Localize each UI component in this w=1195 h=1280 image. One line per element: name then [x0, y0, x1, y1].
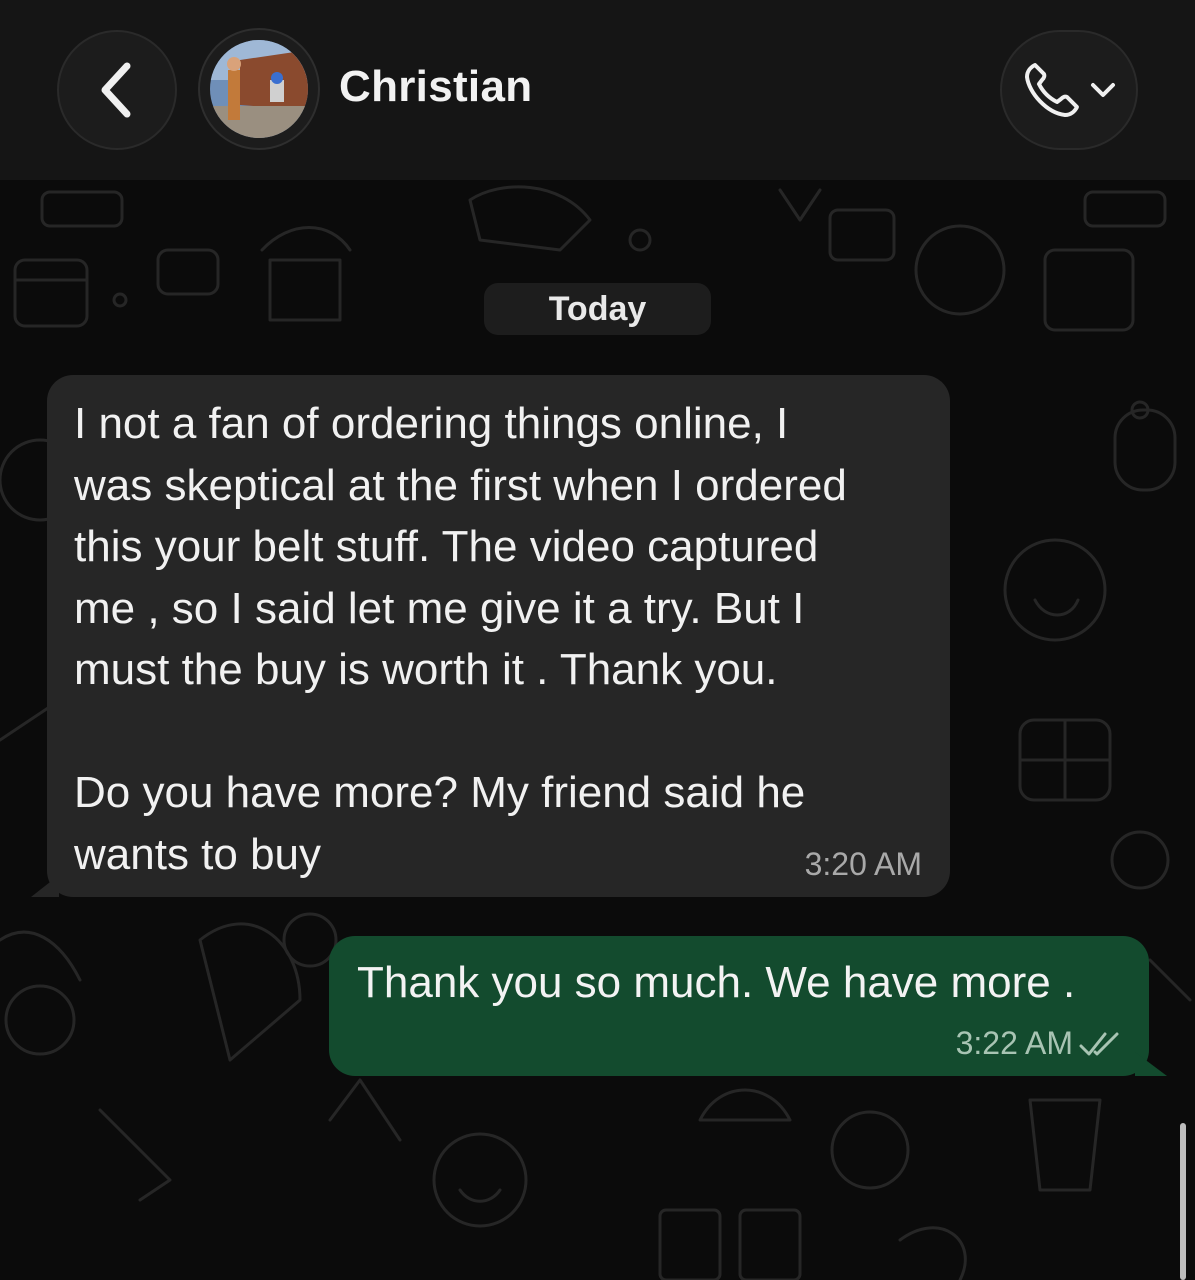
message-time: 3:22 AM: [955, 1025, 1073, 1061]
avatar-image: [210, 40, 308, 138]
chat-header: Christian: [0, 0, 1195, 180]
call-button[interactable]: [1000, 30, 1138, 150]
scrollbar[interactable]: [1180, 1123, 1186, 1280]
message-text: Thank you so much. We have more .: [357, 958, 1076, 1007]
message-text: I not a fan of ordering things online, I…: [74, 399, 847, 879]
incoming-message[interactable]: I not a fan of ordering things online, I…: [31, 375, 950, 897]
back-button[interactable]: [57, 30, 177, 150]
phone-icon: [1025, 63, 1079, 117]
double-check-read-icon: [1079, 1032, 1119, 1055]
bubble-tail: [1135, 1052, 1167, 1076]
message-time: 3:20 AM: [804, 846, 922, 882]
bubble-tail: [31, 875, 59, 897]
date-separator: Today: [484, 283, 711, 335]
outgoing-message[interactable]: Thank you so much. We have more . 3:22 A…: [329, 936, 1167, 1076]
contact-name[interactable]: Christian: [339, 62, 532, 112]
message-meta: 3:22 AM: [956, 1025, 1121, 1062]
chevron-left-icon: [101, 62, 131, 118]
contact-avatar[interactable]: [198, 28, 320, 150]
chevron-down-icon: [1091, 83, 1115, 97]
